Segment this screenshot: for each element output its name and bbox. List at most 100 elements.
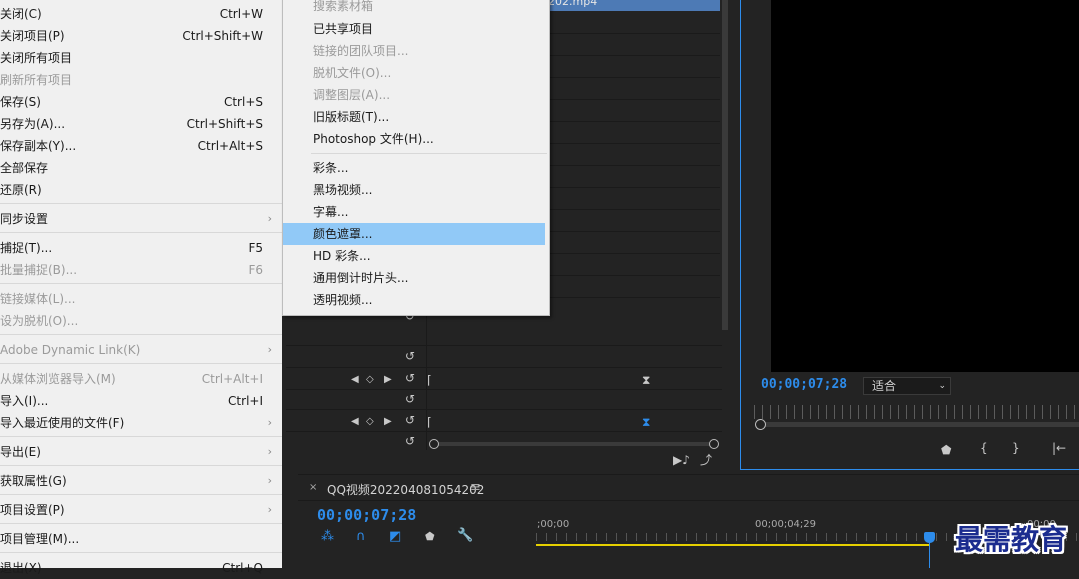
snap-magnet-icon[interactable]: ∩	[356, 530, 366, 544]
menu-item-batch-capture[interactable]: 批量捕捉(B)... F6	[0, 259, 282, 281]
submenu-item-hd-bars[interactable]: HD 彩条...	[283, 245, 549, 267]
menu-item-link-media[interactable]: 链接媒体(L)...	[0, 288, 282, 310]
submenu-item-legacy-title[interactable]: 旧版标题(T)...	[283, 106, 549, 128]
menu-item-get-properties[interactable]: 获取属性(G) ›	[0, 470, 282, 492]
menu-separator	[0, 552, 282, 553]
ruler-label-mid: 00;00;04;29	[755, 519, 817, 530]
menu-item-dynamic-link[interactable]: Adobe Dynamic Link(K) ›	[0, 339, 282, 361]
menu-item-sync-settings[interactable]: 同步设置 ›	[0, 208, 282, 230]
hourglass-keyframe-icon[interactable]: ⧗	[642, 373, 650, 387]
playhead-line	[929, 543, 930, 568]
fit-dropdown-value: 适合	[872, 379, 897, 393]
zoom-handle-right[interactable]	[709, 439, 719, 449]
menu-item-project-manager[interactable]: 项目管理(M)...	[0, 528, 282, 550]
panel-menu-icon[interactable]: ≡	[470, 480, 481, 495]
keyframe-bracket-icon: ⌈	[427, 373, 432, 387]
export-frame-icon[interactable]: ⤴	[700, 453, 712, 467]
timeline-timecode[interactable]: 00;00;07;28	[317, 506, 416, 524]
submenu-item-bars-and-tone[interactable]: 彩条...	[283, 157, 549, 179]
close-tab-icon[interactable]: ×	[309, 482, 317, 493]
menu-item-save[interactable]: 保存(S) Ctrl+S	[0, 91, 282, 113]
nest-icon[interactable]: ⁂	[321, 530, 334, 544]
fit-dropdown[interactable]: 适合 ⌄	[863, 377, 951, 395]
playhead-handle[interactable]	[924, 532, 935, 543]
menu-item-close-project[interactable]: 关闭项目(P) Ctrl+Shift+W	[0, 25, 282, 47]
chevron-right-icon: ›	[267, 503, 272, 516]
menu-item-import-from-browser[interactable]: 从媒体浏览器导入(M) Ctrl+Alt+I	[0, 368, 282, 390]
panel-scrollbar[interactable]	[722, 0, 728, 330]
menu-separator	[0, 465, 282, 466]
work-area-bar[interactable]	[536, 544, 930, 546]
submenu-item-transparent-video[interactable]: 透明视频...	[283, 289, 549, 311]
menu-item-import-recent[interactable]: 导入最近使用的文件(F) ›	[0, 412, 282, 434]
program-video-frame	[771, 0, 1079, 372]
linked-selection-icon[interactable]: ◩	[389, 530, 401, 544]
wrench-icon[interactable]: 🔧	[457, 529, 473, 543]
menu-item-project-settings[interactable]: 项目设置(P) ›	[0, 499, 282, 521]
menu-separator	[0, 232, 282, 233]
chevron-right-icon: ›	[267, 416, 272, 429]
menu-item-exit[interactable]: 退出(X) Ctrl+Q	[0, 557, 282, 579]
submenu-item-shared-project[interactable]: 已共享项目	[283, 18, 549, 40]
keyframe-bracket-icon: ⌈	[427, 415, 432, 429]
file-menu: 关闭(C) Ctrl+W 关闭项目(P) Ctrl+Shift+W 关闭所有项目 刷…	[0, 0, 282, 575]
menu-item-export[interactable]: 导出(E) ›	[0, 441, 282, 463]
selected-clip-name: 202.mp4	[548, 0, 598, 8]
tab-underline	[298, 500, 1079, 501]
submenu-item-search-bin[interactable]: 搜索素材箱	[283, 0, 549, 17]
submenu-item-offline-file[interactable]: 脱机文件(O)...	[283, 62, 549, 84]
reset-icon[interactable]: ↺	[405, 413, 415, 427]
monitor-scrub-bar[interactable]	[758, 422, 1079, 427]
reset-icon[interactable]: ↺	[405, 392, 415, 406]
timeline-sequence-tab[interactable]: QQ视频20220408105420​2	[327, 481, 484, 498]
submenu-item-photoshop-file[interactable]: Photoshop 文件(H)...	[283, 128, 549, 150]
prev-keyframe-icon[interactable]: ◀	[351, 373, 359, 387]
chevron-right-icon: ›	[267, 343, 272, 356]
menu-separator	[0, 523, 282, 524]
add-marker-icon[interactable]: ⬟	[941, 443, 951, 457]
menu-item-make-offline[interactable]: 设为脱机(O)...	[0, 310, 282, 332]
play-audio-icon[interactable]: ▶♪	[673, 453, 690, 467]
menu-item-close-all-projects[interactable]: 关闭所有项目	[0, 47, 282, 69]
menu-item-capture[interactable]: 捕捉(T)... F5	[0, 237, 282, 259]
zoom-handle-left[interactable]	[429, 439, 439, 449]
prev-keyframe-icon[interactable]: ◀	[351, 415, 359, 429]
menu-item-import[interactable]: 导入(I)... Ctrl+I	[0, 390, 282, 412]
submenu-item-color-matte[interactable]: 颜色遮罩...	[283, 223, 545, 245]
submenu-item-black-video[interactable]: 黑场视频...	[283, 179, 549, 201]
submenu-separator	[311, 153, 547, 154]
menu-item-save-copy[interactable]: 保存副本(Y)... Ctrl+Alt+S	[0, 135, 282, 157]
submenu-item-captions[interactable]: 字幕...	[283, 201, 549, 223]
new-submenu: 搜索素材箱 已共享项目 链接的团队项目... 脱机文件(O)... 调整图层(A…	[282, 0, 550, 316]
add-marker-icon[interactable]: ⬟	[425, 530, 435, 544]
zoom-scrollbar[interactable]	[432, 442, 714, 446]
submenu-item-adjustment-layer[interactable]: 调整图层(A)...	[283, 84, 549, 106]
program-timecode[interactable]: 00;00;07;28	[761, 377, 847, 392]
reset-icon[interactable]: ↺	[405, 434, 415, 448]
mark-in-icon[interactable]: {	[980, 441, 988, 455]
mark-out-icon[interactable]: }	[1012, 441, 1020, 455]
chevron-down-icon: ⌄	[938, 381, 946, 391]
reset-icon[interactable]: ↺	[405, 349, 415, 363]
menu-item-close[interactable]: 关闭(C) Ctrl+W	[0, 3, 282, 25]
ruler-label-start: ;00;00	[537, 519, 570, 530]
add-keyframe-icon[interactable]: ◇	[366, 415, 374, 429]
selected-clip-bar[interactable]: 202.mp4	[548, 0, 720, 11]
next-keyframe-icon[interactable]: ▶	[384, 373, 392, 387]
submenu-item-countdown-leader[interactable]: 通用倒计时片头...	[283, 267, 549, 289]
monitor-scrub-handle[interactable]	[755, 419, 766, 430]
menu-separator	[0, 363, 282, 364]
hourglass-keyframe-icon[interactable]: ⧗	[642, 415, 650, 429]
go-to-in-icon[interactable]: |←	[1052, 441, 1066, 455]
chevron-right-icon: ›	[267, 474, 272, 487]
watermark-logo: 最需教育	[955, 523, 1068, 556]
add-keyframe-icon[interactable]: ◇	[366, 373, 374, 387]
submenu-item-team-project[interactable]: 链接的团队项目...	[283, 40, 549, 62]
menu-item-revert[interactable]: 还原(R)	[0, 179, 282, 201]
reset-icon[interactable]: ↺	[405, 371, 415, 385]
menu-item-save-as[interactable]: 另存为(A)... Ctrl+Shift+S	[0, 113, 282, 135]
monitor-time-ruler[interactable]	[754, 405, 1079, 419]
next-keyframe-icon[interactable]: ▶	[384, 415, 392, 429]
menu-item-refresh-all-projects[interactable]: 刷新所有项目	[0, 69, 282, 91]
menu-item-save-all[interactable]: 全部保存	[0, 157, 282, 179]
